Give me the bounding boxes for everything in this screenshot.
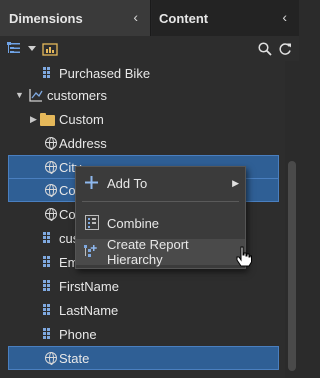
tree-item-label: Co: [59, 206, 76, 222]
geo-attribute-icon: [45, 184, 57, 197]
context-menu: Add To ▶ Combine Create Report Hierarchy: [75, 166, 246, 269]
plus-icon: [85, 176, 98, 189]
tree-item-label: Phone: [59, 326, 97, 342]
chevron-left-icon[interactable]: ‹: [133, 9, 138, 25]
report-chart-icon[interactable]: [42, 42, 58, 56]
tree-item-label: Custom: [59, 111, 104, 127]
tree-item-label: Co: [59, 182, 76, 198]
menu-item-label: Add To: [107, 175, 148, 191]
geo-attribute-icon: [45, 208, 57, 221]
expanded-arrow-icon[interactable]: ▼: [15, 90, 24, 100]
tree-view-icon[interactable]: [6, 41, 22, 55]
hand-cursor-icon: [236, 246, 252, 267]
tab-dimensions-label: Dimensions: [9, 10, 83, 26]
tree-item-customers[interactable]: ▼ customers: [0, 83, 280, 107]
geo-attribute-icon: [45, 137, 57, 150]
create-hierarchy-icon: [84, 245, 97, 257]
menu-item-create-report-hierarchy[interactable]: Create Report Hierarchy: [76, 237, 245, 267]
tree-item-label: Address: [59, 135, 107, 151]
tree-item-purchased-bike[interactable]: Purchased Bike: [0, 61, 280, 85]
menu-item-combine[interactable]: Combine: [76, 210, 245, 236]
menu-item-add-to[interactable]: Add To ▶: [76, 170, 245, 196]
attribute-icon: [43, 232, 53, 244]
tree-item-label: State: [59, 350, 90, 366]
tree-item-custom[interactable]: ▶ Custom: [0, 107, 280, 131]
tree-item-address[interactable]: Address: [0, 131, 280, 155]
geo-attribute-icon: [45, 161, 57, 174]
attribute-icon: [43, 280, 53, 292]
scrollbar-thumb[interactable]: [288, 161, 296, 371]
menu-separator: [82, 201, 239, 202]
tree-item-label: customers: [47, 87, 107, 103]
tree-item-label: FirstName: [59, 278, 119, 294]
attribute-icon: [43, 67, 53, 79]
search-icon[interactable]: [258, 42, 272, 56]
attribute-icon: [43, 304, 53, 316]
tab-dimensions[interactable]: Dimensions ‹: [0, 0, 151, 36]
attribute-icon: [43, 256, 53, 268]
tree-item-state[interactable]: State: [8, 346, 279, 370]
tab-content-label: Content: [159, 10, 209, 26]
vertical-scrollbar[interactable]: [285, 61, 299, 378]
tab-content[interactable]: Content ‹: [152, 0, 299, 36]
tree-item-firstname[interactable]: FirstName: [0, 274, 280, 298]
collapsed-arrow-icon[interactable]: ▶: [30, 114, 37, 125]
geo-attribute-icon: [45, 352, 57, 365]
menu-item-label: Create Report Hierarchy: [107, 237, 189, 267]
attribute-icon: [43, 328, 53, 340]
tree-item-phone[interactable]: Phone: [0, 322, 280, 346]
folder-icon: [40, 113, 55, 126]
tree-item-label: LastName: [59, 302, 119, 318]
toolbar: [0, 36, 299, 61]
combine-icon: [85, 215, 99, 230]
menu-item-label: Combine: [107, 215, 160, 231]
submenu-arrow-icon: ▶: [232, 177, 239, 188]
chevron-left-icon[interactable]: ‹: [282, 9, 287, 25]
dimensions-panel: Dimensions ‹ Content ‹ Purchased Bike ▼ …: [0, 0, 299, 378]
refresh-icon[interactable]: [278, 42, 292, 56]
tab-bar: Dimensions ‹ Content ‹: [0, 0, 299, 36]
tree-item-label: Purchased Bike: [59, 65, 151, 81]
hierarchy-icon: [29, 89, 43, 102]
tree-item-lastname[interactable]: LastName: [0, 298, 280, 322]
dropdown-arrow-icon[interactable]: [28, 46, 36, 52]
